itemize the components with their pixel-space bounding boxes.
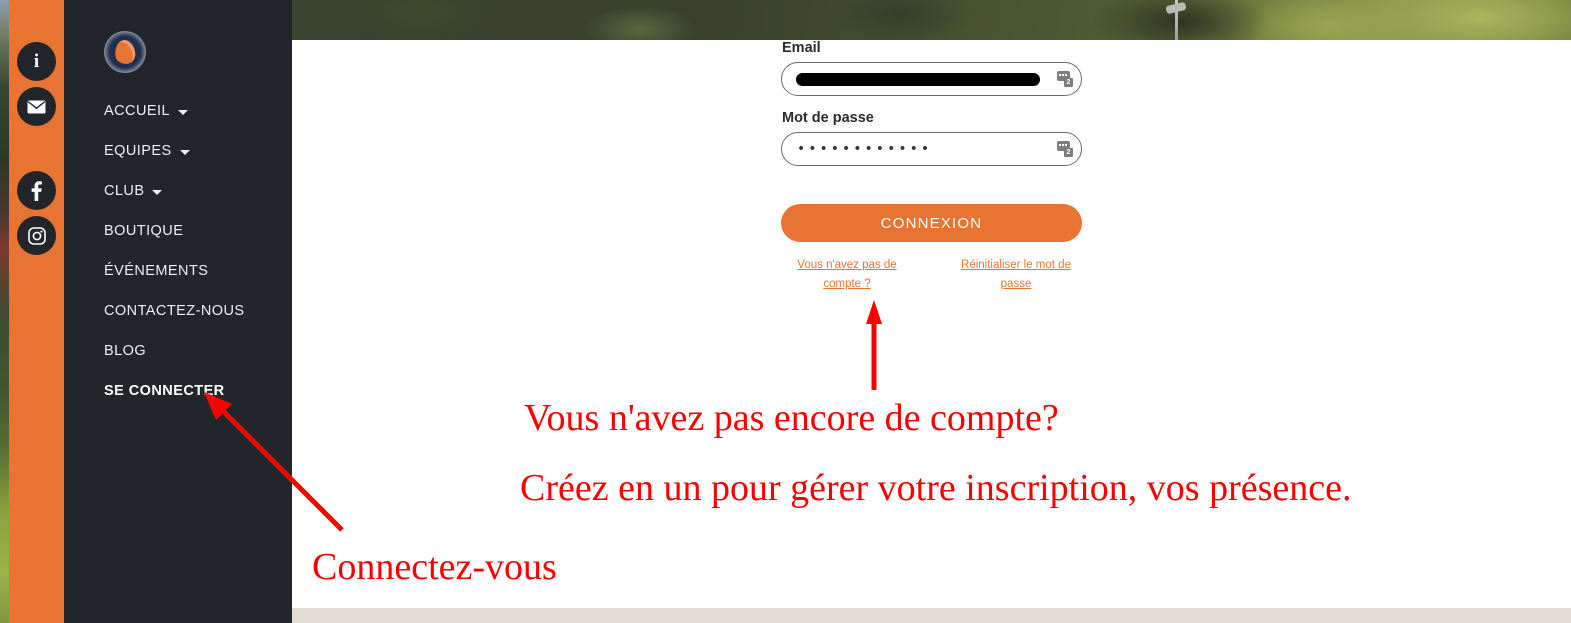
password-manager-count: 2 (1064, 78, 1073, 87)
nav-item-label: CONTACTEZ-NOUS (104, 303, 245, 319)
nav-item-label: ÉVÉNEMENTS (104, 263, 209, 279)
field-spacer (781, 96, 1082, 110)
nav-item-boutique[interactable]: BOUTIQUE (64, 220, 292, 242)
social-rail: i (9, 0, 64, 623)
chevron-down-icon (152, 189, 163, 195)
nav-item-label: EQUIPES (104, 143, 172, 159)
password-field[interactable]: •••••••••••• 2 (781, 132, 1082, 166)
nav-item-equipes[interactable]: EQUIPES (64, 140, 292, 162)
nav-item-label: CLUB (104, 183, 145, 199)
signup-link-column: Vous n'avez pas de compte ? (781, 255, 913, 293)
social-button-email[interactable] (17, 87, 56, 126)
main-content: Email 2 Mot de passe •••••••••••• 2 CONN… (292, 40, 1571, 623)
connexion-button[interactable]: CONNEXION (781, 204, 1082, 242)
password-manager-icon[interactable]: 2 (1057, 141, 1073, 157)
annotation-arrow-diagonal (204, 392, 344, 532)
nav-item-evenements[interactable]: ÉVÉNEMENTS (64, 260, 292, 282)
login-form: Email 2 Mot de passe •••••••••••• 2 CONN… (781, 40, 1082, 293)
nav-item-accueil[interactable]: ACCUEIL (64, 100, 292, 122)
password-manager-icon[interactable]: 2 (1057, 71, 1073, 87)
club-crest-logo[interactable] (104, 31, 146, 73)
password-masked-value: •••••••••••• (797, 141, 933, 157)
email-field[interactable]: 2 (781, 62, 1082, 96)
flame-emblem (113, 38, 137, 66)
page-root: i ACCUEIL EQUIPES CLUB BOUTIQUE ÉVÉNEMEN… (0, 0, 1571, 623)
nav-item-blog[interactable]: BLOG (64, 340, 292, 362)
chevron-down-icon (179, 149, 190, 155)
nav-item-label: BOUTIQUE (104, 223, 184, 239)
annotation-connect: Connectez-vous (312, 546, 557, 588)
submit-spacer (781, 166, 1082, 204)
social-button-instagram[interactable] (17, 216, 56, 255)
nav-item-label: ACCUEIL (104, 103, 170, 119)
left-background-sliver (0, 0, 9, 623)
password-label: Mot de passe (782, 110, 874, 126)
nav-item-contactez-nous[interactable]: CONTACTEZ-NOUS (64, 300, 292, 322)
no-account-link[interactable]: Vous n'avez pas de compte ? (797, 259, 896, 290)
footer-strip (292, 608, 1571, 623)
facebook-icon (31, 180, 42, 201)
annotation-arrow-up (866, 300, 882, 390)
nav-item-label: BLOG (104, 343, 147, 359)
nav-item-club[interactable]: CLUB (64, 180, 292, 202)
envelope-icon (27, 100, 46, 113)
form-links: Vous n'avez pas de compte ? Réinitialise… (781, 255, 1082, 293)
reset-link-column: Réinitialiser le mot de passe (950, 255, 1082, 293)
email-label: Email (782, 40, 821, 56)
main-navigation: ACCUEIL EQUIPES CLUB BOUTIQUE ÉVÉNEMENTS… (64, 100, 292, 420)
social-button-facebook[interactable] (17, 171, 56, 210)
social-button-info[interactable]: i (17, 42, 56, 81)
annotation-no-account-question: Vous n'avez pas encore de compte? (524, 397, 1059, 439)
reset-password-link[interactable]: Réinitialiser le mot de passe (961, 259, 1071, 290)
info-icon: i (33, 51, 40, 72)
annotation-create-account: Créez en un pour gérer votre inscription… (520, 467, 1352, 509)
email-redaction-bar (796, 72, 1040, 86)
chevron-down-icon (178, 109, 188, 115)
password-manager-count: 2 (1064, 148, 1073, 157)
instagram-icon (27, 226, 46, 245)
